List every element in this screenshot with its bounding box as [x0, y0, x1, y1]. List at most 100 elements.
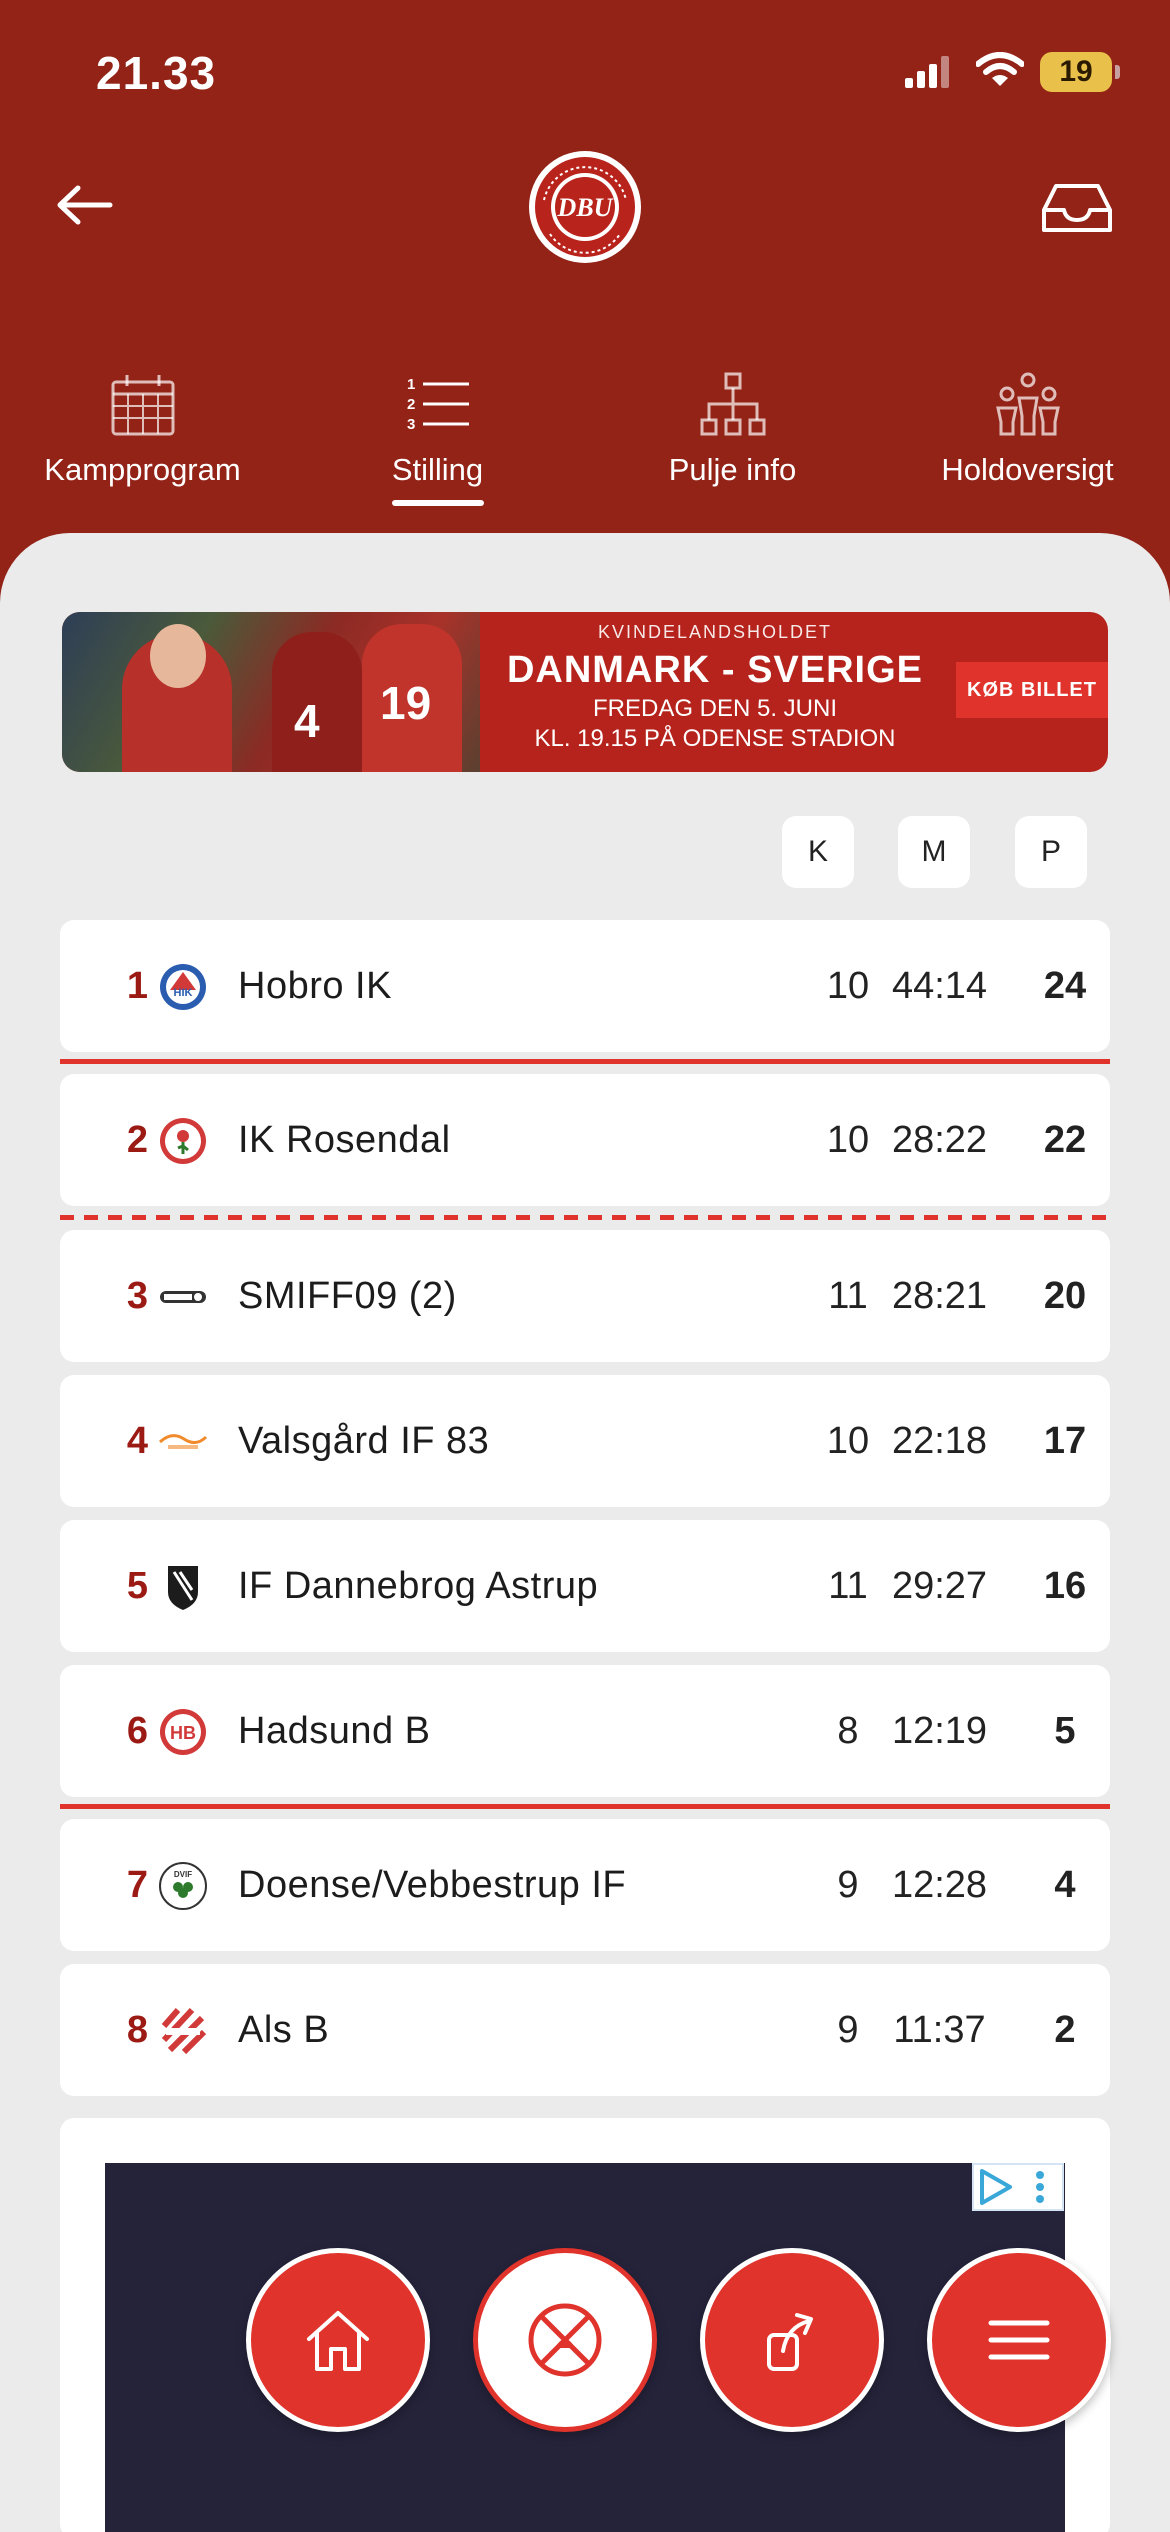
svg-text:HIK: HIK: [174, 987, 193, 999]
banner-headline: DANMARK - SVERIGE: [506, 649, 924, 691]
team-name: Valsgård IF 83: [238, 1420, 490, 1462]
team-crest-icon: DVIF: [159, 1862, 207, 1910]
share-button[interactable]: [700, 2248, 884, 2432]
banner-venue: KL. 19.15 PÅ ODENSE STADION: [534, 725, 896, 752]
tab-label: Stilling: [391, 452, 484, 487]
matches-played: 10: [826, 1420, 870, 1462]
adchoices-badge[interactable]: [972, 2163, 1064, 2211]
table-row[interactable]: 3 SMIFF09 (2) 11 28:21 20: [60, 1230, 1110, 1362]
dbu-logo: DBU: [529, 151, 641, 263]
team-icon: [995, 372, 1060, 436]
tab-label: Holdoversigt: [941, 452, 1114, 487]
table-row[interactable]: 4 Valsgård IF 83 10 22:18 17: [60, 1375, 1110, 1507]
row-position: 2: [126, 1119, 148, 1161]
team-crest-icon: [158, 1434, 208, 1449]
matches-played: 11: [828, 1565, 868, 1607]
home-icon: [307, 2311, 369, 2371]
team-name: Hobro IK: [238, 965, 392, 1007]
team-crest-icon: [160, 2007, 207, 2055]
ad-banner[interactable]: 4 19 KVINDELANDSHOLDET DANMARK - SVERIGE…: [62, 612, 1108, 772]
table-row[interactable]: 7 DVIF Doense/Vebbestrup IF 9 12:28 4: [60, 1819, 1110, 1951]
home-button[interactable]: [246, 2248, 430, 2432]
table-row[interactable]: 2 IK Rosendal 10 28:22 22: [60, 1074, 1110, 1206]
inbox-icon[interactable]: [1040, 180, 1114, 236]
relegation-line: [60, 1804, 1110, 1809]
banner-text: KVINDELANDSHOLDET DANMARK - SVERIGE FRED…: [480, 612, 950, 772]
tab-label: Pulje info: [668, 452, 797, 487]
team-crest-icon: HIK: [160, 964, 206, 1010]
tab-stilling[interactable]: 1 2 3 Stilling: [315, 360, 560, 510]
tab-label: Kampprogram: [44, 452, 241, 487]
team-crest-icon: HB: [160, 1709, 206, 1755]
status-time: 21.33: [96, 47, 217, 99]
goals: 12:28: [891, 1864, 988, 1906]
team-crest-icon: [160, 1291, 206, 1303]
goals: 44:14: [891, 965, 988, 1007]
row-position: 1: [126, 965, 148, 1007]
matches-played: 8: [837, 1710, 859, 1752]
table-row[interactable]: 6 HB Hadsund B 8 12:19 5: [60, 1665, 1110, 1797]
svg-text:2: 2: [407, 396, 415, 413]
tab-holdoversigt[interactable]: Holdoversigt: [905, 360, 1150, 510]
team-name: Hadsund B: [238, 1710, 431, 1752]
column-header-p: P: [1015, 816, 1087, 888]
adchoices-icon: [980, 2169, 1044, 2205]
jersey-number: 4: [294, 695, 320, 747]
team-crest-icon: [160, 1118, 206, 1164]
cellular-signal-icon: [905, 56, 949, 88]
calendar-icon: [111, 375, 174, 436]
banner-date: FREDAG DEN 5. JUNI: [592, 695, 838, 722]
tab-pulje-info[interactable]: Pulje info: [610, 360, 855, 510]
row-position: 3: [126, 1275, 148, 1317]
table-row[interactable]: 1 HIK Hobro IK 10 44:14 24: [60, 920, 1110, 1052]
active-tab-underline: [391, 500, 484, 506]
battery-indicator: 19: [1040, 52, 1120, 92]
wifi-icon: [976, 52, 1024, 86]
buy-ticket-button[interactable]: KØB BILLET: [956, 662, 1108, 718]
team-name: Doense/Vebbestrup IF: [238, 1864, 627, 1906]
goals: 29:27: [891, 1565, 988, 1607]
row-position: 6: [126, 1710, 148, 1752]
matches-played: 9: [837, 1864, 859, 1906]
row-position: 8: [126, 2009, 148, 2051]
goals: 12:19: [891, 1710, 988, 1752]
points: 22: [1043, 1119, 1087, 1161]
team-name: SMIFF09 (2): [238, 1275, 457, 1317]
team-name: IF Dannebrog Astrup: [238, 1565, 599, 1607]
back-arrow-icon[interactable]: [54, 180, 114, 230]
numbered-list-icon: 1 2 3: [407, 376, 469, 433]
points: 5: [1054, 1710, 1076, 1752]
qualification-line: [60, 1215, 1110, 1220]
team-name: Als B: [238, 2009, 330, 2051]
goals: 28:22: [891, 1119, 988, 1161]
table-row[interactable]: 5 IF Dannebrog Astrup 11 29:27 16: [60, 1520, 1110, 1652]
banner-photo: 4 19: [62, 612, 480, 772]
points: 2: [1054, 2009, 1076, 2051]
share-icon: [767, 2313, 813, 2371]
matches-played: 11: [828, 1275, 868, 1317]
points: 24: [1043, 965, 1087, 1007]
svg-text:3: 3: [407, 416, 415, 433]
row-position: 7: [126, 1864, 148, 1906]
dbu-ball-icon: [528, 2303, 602, 2377]
jersey-number: 19: [380, 677, 432, 729]
column-header-k: K: [782, 816, 854, 888]
promotion-line: [60, 1059, 1110, 1064]
table-row[interactable]: 8 Als B 9 11:37 2: [60, 1964, 1110, 2096]
points: 4: [1054, 1864, 1076, 1906]
team-crest-icon: [168, 1566, 198, 1610]
tab-kampprogram[interactable]: Kampprogram: [20, 360, 265, 510]
goals: 22:18: [891, 1420, 988, 1462]
svg-text:1: 1: [407, 376, 415, 393]
matches-played: 10: [826, 965, 870, 1007]
points: 17: [1043, 1420, 1087, 1462]
menu-button[interactable]: [927, 2248, 1111, 2432]
goals: 11:37: [893, 2009, 986, 2051]
row-position: 4: [126, 1420, 148, 1462]
dbu-button[interactable]: [473, 2248, 657, 2432]
banner-player: [122, 624, 232, 772]
svg-text:HB: HB: [170, 1723, 196, 1743]
points: 20: [1043, 1275, 1087, 1317]
goals: 28:21: [891, 1275, 988, 1317]
points: 16: [1043, 1565, 1087, 1607]
